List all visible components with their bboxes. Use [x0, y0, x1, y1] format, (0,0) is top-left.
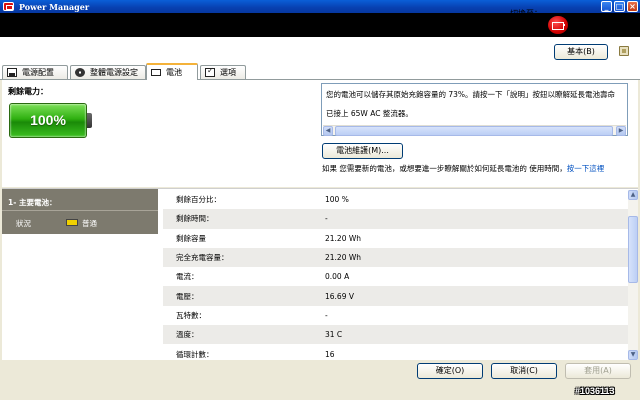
power-plan-icon	[7, 68, 17, 77]
header-banner	[0, 13, 640, 37]
scroll-thumb[interactable]	[335, 126, 613, 136]
detail-value: 31 C	[325, 330, 343, 340]
battery-details-table: 剩餘百分比： 100 % 剩餘時間： - 剩餘容量 21.20 Wh 完全充電容量： 2…	[163, 190, 628, 364]
hint-link[interactable]: 按一下這裡	[567, 164, 605, 173]
help-book-icon[interactable]	[619, 46, 629, 56]
watermark: #1036113	[575, 386, 615, 396]
detail-value: -	[325, 310, 328, 320]
detail-key: 完全充電容量：	[176, 253, 229, 263]
battery-hint: 如果 您需要新的電池，或想要進一步瞭解關於如何延長電池的 使用時間，按一下這裡	[322, 163, 604, 174]
basic-mode-button[interactable]: 基本(B)	[554, 44, 608, 60]
window-controls: _ □ ×	[601, 1, 638, 12]
scroll-up-icon[interactable]: ▲	[628, 190, 638, 200]
detail-value: 100 %	[325, 195, 349, 205]
close-button[interactable]: ×	[627, 1, 638, 12]
table-row: 電壓： 16.69 V	[163, 286, 628, 306]
tab-label: 電源配置	[22, 68, 54, 77]
apply-button[interactable]: 套用(A)	[565, 363, 631, 379]
tab-options[interactable]: 選項	[200, 65, 246, 79]
detail-key: 剩餘容量	[176, 233, 206, 243]
gear-icon	[75, 68, 85, 77]
battery-status-icon	[66, 219, 78, 226]
table-row: 溫度： 31 C	[163, 325, 628, 345]
scroll-thumb[interactable]	[628, 216, 638, 283]
table-row: 完全充電容量： 21.20 Wh	[163, 247, 628, 268]
detail-key: 溫度：	[176, 330, 199, 340]
tab-label: 選項	[220, 68, 236, 77]
hint-text: 如果 您需要新的電池，或想要進一步瞭解關於如何延長電池的 使用時間，	[322, 164, 567, 173]
table-row: 電流： 0.00 A	[163, 267, 628, 286]
table-row: 剩餘時間： -	[163, 209, 628, 229]
tab-battery[interactable]: 電池	[146, 63, 198, 80]
tab-label: 整體電源設定	[90, 68, 138, 77]
tab-label: 電池	[166, 68, 182, 77]
detail-key: 循環計數：	[176, 349, 214, 359]
maximize-button[interactable]: □	[614, 1, 625, 12]
tab-power-plans[interactable]: 電源配置	[2, 65, 68, 79]
battery-plug-icon	[548, 16, 568, 34]
table-row: 剩餘容量 21.20 Wh	[163, 229, 628, 248]
table-row: 剩餘百分比： 100 %	[163, 190, 628, 209]
horizontal-scrollbar[interactable]: ◀ ▶	[323, 125, 626, 136]
battery-percent: 100%	[30, 112, 66, 128]
table-row: 循環計數： 16	[163, 344, 628, 363]
minimize-button[interactable]: _	[601, 1, 612, 12]
switch-row	[0, 37, 640, 63]
status-value: 普通	[82, 219, 97, 228]
battery-maintenance-button[interactable]: 電池維護(M)...	[322, 143, 403, 159]
ok-button[interactable]: 確定(O)	[417, 363, 483, 379]
battery-terminal	[87, 113, 92, 128]
detail-key: 剩餘百分比：	[176, 195, 221, 205]
remaining-power-label: 剩餘電力：	[8, 87, 48, 96]
scroll-right-icon[interactable]: ▶	[616, 126, 626, 136]
battery-header: 1- 主要電池：	[8, 198, 57, 207]
detail-value: -	[325, 214, 328, 224]
detail-value: 0.00 A	[325, 272, 350, 282]
battery-list-item[interactable]: 1- 主要電池： 狀況 普通	[2, 189, 158, 234]
detail-value: 16	[325, 349, 335, 359]
detail-key: 電流：	[176, 272, 199, 282]
tab-global-settings[interactable]: 整體電源設定	[70, 65, 146, 79]
status-label: 狀況	[16, 219, 31, 228]
battery-icon	[151, 69, 161, 76]
power-manager-icon	[3, 2, 14, 11]
battery-list-empty	[2, 234, 158, 360]
checkbox-icon	[205, 66, 215, 77]
table-row: 瓦特數： -	[163, 306, 628, 325]
battery-message-box: 您的電池可以儲存其原始充飽容量的 73%。請按一下「說明」按鈕以瞭解延長電池壽命…	[321, 83, 628, 136]
cancel-button[interactable]: 取消(C)	[491, 363, 557, 379]
message-line-2: 已接上 65W AC 整流器。	[326, 109, 413, 118]
battery-level-indicator: 100%	[9, 103, 87, 138]
detail-value: 16.69 V	[325, 291, 354, 301]
window-title: Power Manager	[19, 1, 90, 12]
switch-label: 切換至：	[510, 9, 542, 18]
detail-key: 瓦特數：	[176, 310, 206, 320]
detail-key: 電壓：	[176, 291, 199, 301]
vertical-scrollbar[interactable]: ▲ ▼	[628, 190, 638, 360]
scroll-down-icon[interactable]: ▼	[628, 350, 638, 360]
detail-value: 21.20 Wh	[325, 253, 362, 263]
detail-value: 21.20 Wh	[325, 233, 362, 243]
message-line-1: 您的電池可以儲存其原始充飽容量的 73%。請按一下「說明」按鈕以瞭解延長電池壽命	[326, 90, 616, 99]
scroll-left-icon[interactable]: ◀	[323, 126, 333, 136]
detail-key: 剩餘時間：	[176, 214, 214, 224]
title-bar: Power Manager _ □ ×	[0, 0, 640, 13]
divider	[2, 210, 158, 211]
